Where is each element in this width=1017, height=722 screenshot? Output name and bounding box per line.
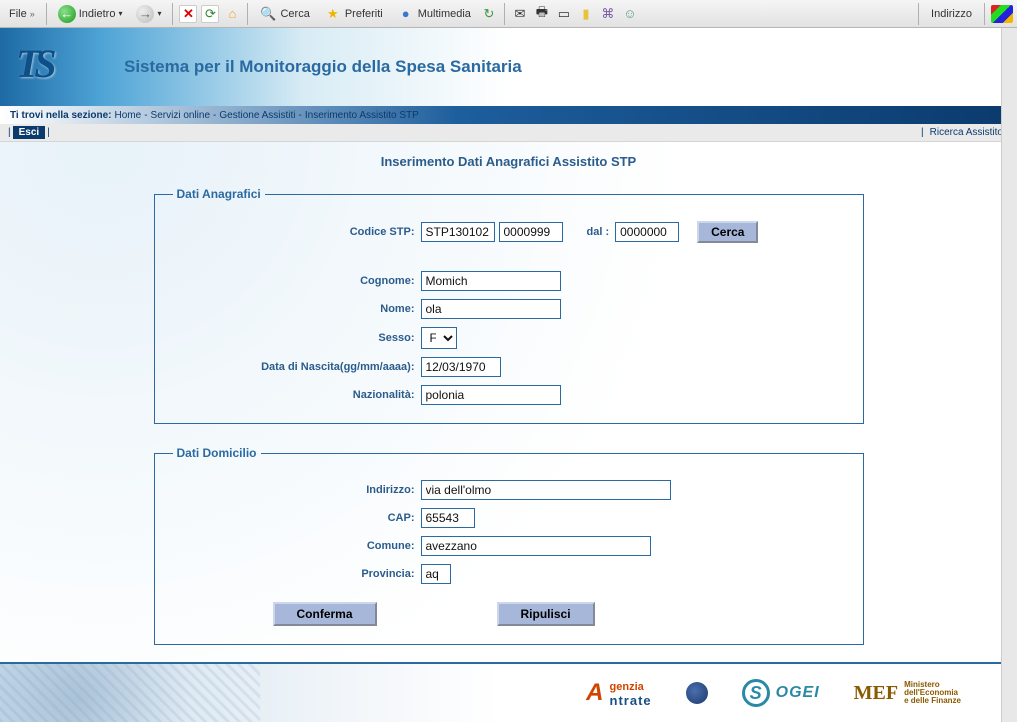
breadcrumb-item[interactable]: Gestione Assistiti [216,110,298,121]
home-icon[interactable]: ⌂ [223,5,241,23]
ripulisci-button[interactable]: Ripulisci [497,602,595,626]
search-icon: 🔍 [259,5,277,23]
chevron-down-icon: ▾ [157,9,161,18]
favorites-button[interactable]: ★ Preferiti [319,2,388,26]
legend-anagrafici: Dati Anagrafici [173,187,265,201]
label-nome: Nome: [173,303,421,315]
sogei-text: OGEI [776,684,820,702]
mef-sub3: e delle Finanze [904,697,961,705]
messenger-icon[interactable]: ☺ [621,5,639,23]
ae-line2: ntrate [610,693,652,708]
page-title: Inserimento Dati Anagrafici Assistito ST… [8,154,1009,169]
input-nome[interactable] [421,299,561,319]
sogei-icon: S [742,679,770,707]
browser-toolbar: File » ← Indietro ▾ → ▾ ✕ ⟳ ⌂ 🔍 Cerca ★ … [0,0,1017,28]
mail-icon[interactable]: ✉ [511,5,529,23]
label-indirizzo: Indirizzo: [173,484,421,496]
back-label: Indietro [79,8,116,20]
breadcrumb-item[interactable]: Servizi online [148,110,213,121]
label-nazionalita: Nazionalità: [173,389,421,401]
search-label: Cerca [280,8,309,20]
star-icon: ★ [324,5,342,23]
label-codice-stp: Codice STP: [173,226,421,238]
divider: | [45,127,50,138]
footer: A genzia ntrate S OGEI MEF Ministero del… [0,662,1001,722]
input-indirizzo[interactable] [421,480,671,500]
mef-text: MEF [854,682,898,705]
label-cap: CAP: [173,512,421,524]
breadcrumb: Ti trovi nella sezione: Home - Servizi o… [0,106,1017,124]
legend-domicilio: Dati Domicilio [173,446,261,460]
select-sesso[interactable]: F [421,327,457,349]
back-button[interactable]: ← Indietro ▾ [53,2,128,26]
mef-logo: MEF Ministero dell'Economia e delle Fina… [854,681,961,705]
input-dal[interactable] [615,222,679,242]
app-header: TS Sistema per il Monitoraggio della Spe… [0,28,1017,106]
toolbar-separator [504,3,505,25]
conferma-button[interactable]: Conferma [273,602,377,626]
favorites-label: Preferiti [345,8,383,20]
label-provincia: Provincia: [173,568,421,580]
input-comune[interactable] [421,536,651,556]
history-icon[interactable]: ↻ [480,5,498,23]
ts-logo: TS [8,36,96,98]
globe-icon: ● [397,5,415,23]
discuss-icon[interactable]: ⌘ [599,5,617,23]
toolbar-separator [247,3,248,25]
toolbar-separator [984,3,985,25]
breadcrumb-item[interactable]: Inserimento Assistito STP [302,110,422,121]
ae-icon: A [586,679,603,707]
app-title: Sistema per il Monitoraggio della Spesa … [124,57,522,77]
chevron-right-icon: » [30,9,35,19]
multimedia-label: Multimedia [418,8,471,20]
input-stp-part2[interactable] [499,222,563,242]
toolbar-separator [172,3,173,25]
file-menu[interactable]: File » [4,5,40,23]
input-data-nascita[interactable] [421,357,501,377]
logout-button[interactable]: Esci [13,126,46,139]
input-stp-part1[interactable] [421,222,495,242]
fieldset-anagrafici: Dati Anagrafici Codice STP: dal : Cerca … [154,187,864,424]
sogei-logo: S OGEI [742,679,820,707]
edit-icon[interactable]: ▭ [555,5,573,23]
agenzia-entrate-logo: A genzia ntrate [586,679,651,708]
stop-icon[interactable]: ✕ [179,5,197,23]
ts-logo-glyph: TS [16,40,88,94]
address-label: Indirizzo [925,6,978,22]
toolbar-separator [918,3,919,25]
sub-bar: | Esci | | Ricerca Assistito [0,124,1017,142]
input-cognome[interactable] [421,271,561,291]
toolbar-separator [46,3,47,25]
state-emblem-icon [686,682,708,704]
main-content: Inserimento Dati Anagrafici Assistito ST… [0,142,1017,662]
label-dal: dal : [587,226,610,238]
label-comune: Comune: [173,540,421,552]
label-cognome: Cognome: [173,275,421,287]
breadcrumb-item[interactable]: Home [112,110,145,121]
ricerca-assistito-link[interactable]: Ricerca Assistito [924,126,1009,139]
input-provincia[interactable] [421,564,451,584]
input-cap[interactable] [421,508,475,528]
cerca-button[interactable]: Cerca [697,221,758,243]
search-button[interactable]: 🔍 Cerca [254,2,314,26]
fieldset-domicilio: Dati Domicilio Indirizzo: CAP: Comune: P… [154,446,864,645]
refresh-icon[interactable]: ⟳ [201,5,219,23]
multimedia-button[interactable]: ● Multimedia [392,2,476,26]
file-menu-label: File [9,8,27,20]
breadcrumb-prefix: Ti trovi nella sezione: [10,110,112,121]
note-icon[interactable]: ▮ [577,5,595,23]
windows-flag-icon[interactable] [991,5,1013,23]
vertical-scrollbar[interactable] [1001,28,1017,722]
label-data-nascita: Data di Nascita(gg/mm/aaaa): [173,361,421,373]
ae-line1: genzia [610,681,644,693]
print-icon[interactable]: 🖶 [533,5,551,23]
forward-button[interactable]: → ▾ [131,2,166,26]
label-sesso: Sesso: [173,332,421,344]
input-nazionalita[interactable] [421,385,561,405]
arrow-right-icon: → [136,5,154,23]
arrow-left-icon: ← [58,5,76,23]
footer-decoration [0,664,260,722]
chevron-down-icon: ▾ [118,9,122,18]
